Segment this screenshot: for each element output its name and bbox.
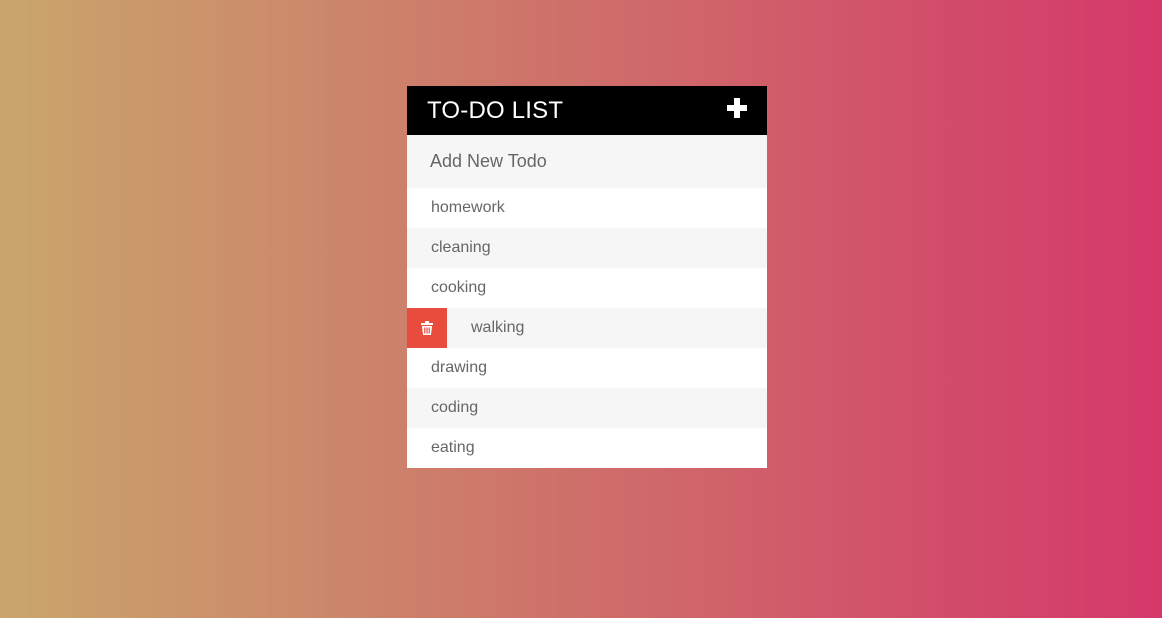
trash-icon bbox=[421, 321, 433, 335]
todo-text: cleaning bbox=[431, 239, 491, 256]
todo-item[interactable]: drawing bbox=[407, 348, 767, 388]
todo-text: eating bbox=[431, 439, 475, 456]
todo-item[interactable]: cooking bbox=[407, 268, 767, 308]
todo-header: TO-DO LIST bbox=[407, 86, 767, 135]
todo-app: TO-DO LIST homework bbox=[407, 86, 767, 468]
todo-item[interactable]: homework bbox=[407, 188, 767, 228]
todo-text: cooking bbox=[431, 279, 487, 296]
todo-text: homework bbox=[431, 199, 505, 216]
todo-text: coding bbox=[431, 399, 479, 416]
delete-button[interactable] bbox=[407, 308, 447, 348]
new-todo-input[interactable] bbox=[407, 135, 767, 188]
todo-text: drawing bbox=[431, 359, 488, 376]
todo-item[interactable]: eating bbox=[407, 428, 767, 468]
todo-text: walking bbox=[471, 319, 525, 336]
plus-icon[interactable] bbox=[726, 97, 748, 119]
page-title: TO-DO LIST bbox=[427, 96, 564, 124]
todo-list: homework cleaning cooking walking drawin… bbox=[407, 188, 767, 468]
todo-item[interactable]: walking bbox=[407, 308, 767, 348]
todo-item[interactable]: cleaning bbox=[407, 228, 767, 268]
todo-item[interactable]: coding bbox=[407, 388, 767, 428]
